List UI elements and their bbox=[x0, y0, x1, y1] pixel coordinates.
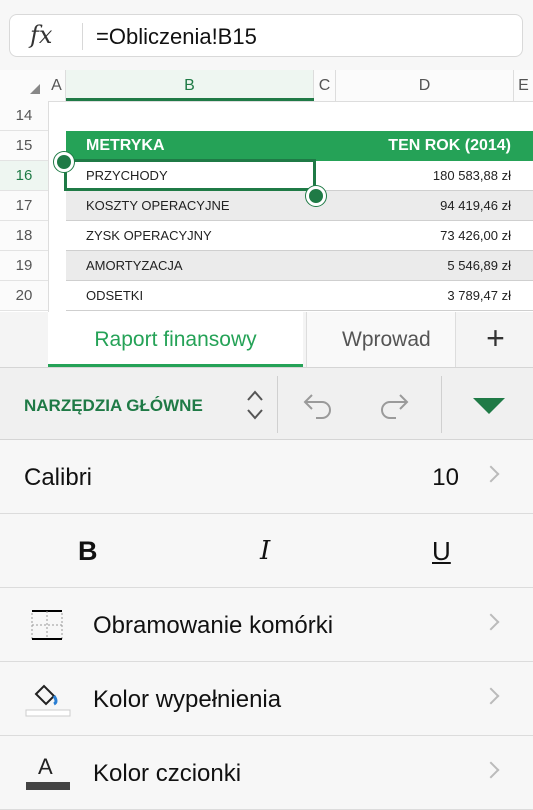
column-header-d[interactable]: D bbox=[336, 70, 514, 101]
chevron-updown-icon[interactable] bbox=[245, 386, 265, 424]
table-cell-label: ODSETKI bbox=[86, 288, 144, 303]
cell-border-icon bbox=[31, 610, 63, 640]
tab-raport-finansowy[interactable]: Raport finansowy bbox=[48, 312, 303, 367]
font-family-row[interactable]: Calibri 10 bbox=[0, 440, 533, 514]
sheet-tabs: Raport finansowy Wprowad + bbox=[0, 312, 533, 367]
select-all-icon[interactable] bbox=[30, 84, 40, 94]
table-cell-value: 73 426,00 zł bbox=[440, 228, 511, 243]
chevron-right-icon bbox=[482, 687, 500, 705]
redo-icon[interactable] bbox=[378, 390, 414, 420]
row-header-15[interactable]: 15 bbox=[0, 131, 48, 161]
ribbon-tab-selector[interactable]: NARZĘDZIA GŁÓWNE bbox=[24, 396, 203, 416]
selection-handle-start[interactable] bbox=[54, 152, 74, 172]
cell-border-label: Obramowanie komórki bbox=[93, 612, 334, 639]
column-header-a[interactable]: A bbox=[48, 70, 66, 101]
fill-color-icon bbox=[25, 684, 71, 717]
row-header-19[interactable]: 19 bbox=[0, 251, 48, 281]
chevron-right-icon bbox=[482, 613, 500, 631]
table-row[interactable]: AMORTYZACJA 5 546,89 zł bbox=[66, 251, 533, 281]
table-cell-value: 5 546,89 zł bbox=[447, 258, 511, 273]
font-color-icon: A bbox=[26, 754, 70, 790]
fill-color-label: Kolor wypełnienia bbox=[93, 686, 282, 713]
row-header-18[interactable]: 18 bbox=[0, 221, 48, 251]
table-cell-value: 94 419,46 zł bbox=[440, 198, 511, 213]
font-color-label: Kolor czcionki bbox=[93, 760, 242, 787]
format-panel: Calibri 10 B I U Obramowanie komórki Kol… bbox=[0, 440, 533, 810]
add-sheet-button[interactable]: + bbox=[458, 312, 533, 367]
tab-wprowadzanie[interactable]: Wprowad bbox=[306, 312, 456, 367]
table-cell-label: KOSZTY OPERACYJNE bbox=[86, 198, 230, 213]
chevron-right-icon bbox=[482, 761, 500, 779]
bold-button[interactable]: B bbox=[78, 536, 98, 567]
cell-border-row[interactable]: Obramowanie komórki bbox=[0, 588, 533, 662]
table-row[interactable]: ZYSK OPERACYJNY 73 426,00 zł bbox=[66, 221, 533, 251]
font-color-row[interactable]: A Kolor czcionki bbox=[0, 736, 533, 810]
table-cell-value: 3 789,47 zł bbox=[447, 288, 511, 303]
collapse-ribbon-icon[interactable] bbox=[473, 398, 505, 414]
fx-icon: fx bbox=[30, 21, 53, 49]
table-cell-label: ZYSK OPERACYJNY bbox=[86, 228, 212, 243]
undo-icon[interactable] bbox=[298, 390, 334, 420]
fill-color-row[interactable]: Kolor wypełnienia bbox=[0, 662, 533, 736]
formula-bar: fx =Obliczenia!B15 bbox=[0, 0, 533, 70]
formula-input[interactable]: fx =Obliczenia!B15 bbox=[9, 14, 523, 57]
svg-text:A: A bbox=[38, 754, 53, 779]
table-row[interactable]: ODSETKI 3 789,47 zł bbox=[66, 281, 533, 311]
table-cell-value: 180 583,88 zł bbox=[432, 168, 511, 183]
row-header-16[interactable]: 16 bbox=[0, 161, 48, 191]
table-header-row[interactable]: METRYKA TEN ROK (2014) bbox=[66, 131, 533, 161]
column-header-e[interactable]: E bbox=[514, 70, 533, 101]
selected-column-indicator bbox=[66, 98, 314, 101]
table-header-metric: METRYKA bbox=[86, 137, 165, 154]
cell-selection bbox=[64, 159, 316, 191]
table-cell-label: AMORTYZACJA bbox=[86, 258, 183, 273]
underline-button[interactable]: U bbox=[432, 536, 451, 567]
formula-text: =Obliczenia!B15 bbox=[96, 24, 257, 49]
font-name: Calibri bbox=[24, 464, 93, 491]
selection-handle-end[interactable] bbox=[306, 186, 326, 206]
table-row[interactable]: KOSZTY OPERACYJNE 94 419,46 zł bbox=[66, 191, 533, 221]
column-header-b[interactable]: B bbox=[66, 70, 314, 101]
ribbon-separator bbox=[441, 376, 442, 433]
row-header-17[interactable]: 17 bbox=[0, 191, 48, 221]
text-style-row: B I U bbox=[0, 514, 533, 588]
ribbon-separator bbox=[277, 376, 278, 433]
ribbon-bar: NARZĘDZIA GŁÓWNE bbox=[0, 367, 533, 440]
chevron-right-icon bbox=[482, 465, 500, 483]
column-header-c[interactable]: C bbox=[314, 70, 336, 101]
row-header-14[interactable]: 14 bbox=[0, 101, 48, 131]
font-size-value: 10 bbox=[432, 464, 459, 491]
formula-separator bbox=[82, 23, 83, 50]
italic-button[interactable]: I bbox=[260, 536, 270, 566]
row-header-20[interactable]: 20 bbox=[0, 281, 48, 311]
table-header-value: TEN ROK (2014) bbox=[388, 137, 511, 154]
